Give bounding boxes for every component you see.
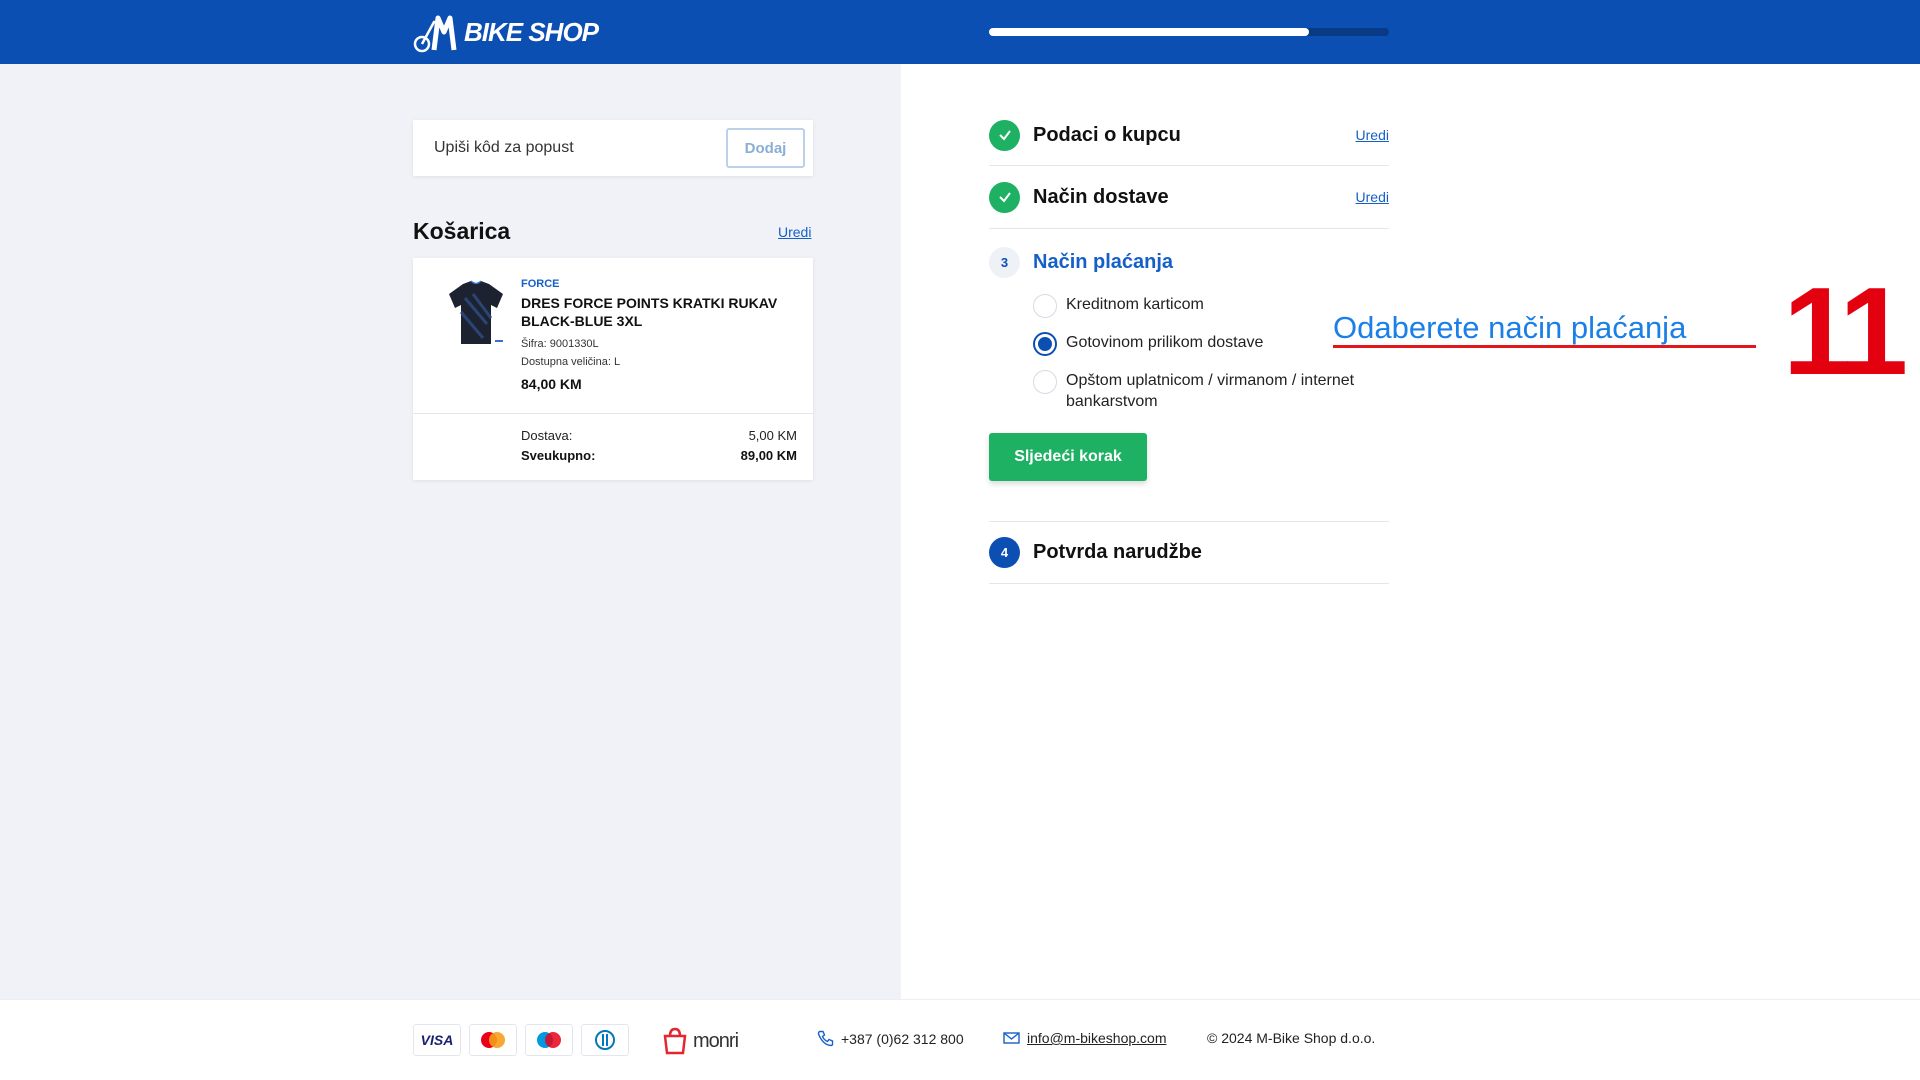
top-header: BIKE SHOP: [0, 0, 1920, 64]
step-done-check-icon: [989, 181, 1020, 213]
shipping-value: 5,00 KM: [748, 428, 797, 443]
step-customer-data: Podaci o kupcu Uredi: [989, 104, 1389, 166]
coupon-box: Dodaj: [413, 120, 813, 176]
product-size: Dostupna veličina: L: [521, 356, 621, 368]
bike-logo-icon: [413, 15, 457, 53]
maestro-icon: [525, 1024, 573, 1056]
total-label: Sveukupno:: [521, 448, 596, 463]
step-title: Način dostave: [1033, 185, 1169, 208]
visa-label: VISA: [420, 1032, 454, 1048]
visa-card-icon: VISA: [413, 1024, 461, 1056]
monri-text: monri: [693, 1029, 739, 1052]
phone-icon: [817, 1030, 834, 1047]
annotation-underline: [1333, 345, 1756, 348]
radio-button-selected[interactable]: [1033, 332, 1057, 356]
step-order-confirmation: 4 Potvrda narudžbe: [989, 521, 1389, 583]
step-delivery-method: Način dostave Uredi: [989, 166, 1389, 228]
step-payment-method: 3 Način plaćanja: [989, 231, 1389, 293]
product-name[interactable]: DRES FORCE POINTS KRATKI RUKAV BLACK-BLU…: [521, 294, 791, 330]
phone-number[interactable]: +387 (0)62 312 800: [841, 1031, 964, 1047]
next-step-button[interactable]: Sljedeći korak: [989, 433, 1147, 481]
step-title: Potvrda narudžbe: [1033, 540, 1202, 563]
step-done-check-icon: [989, 119, 1020, 151]
total-row: Sveukupno: 89,00 KM: [521, 448, 797, 463]
payment-option-label[interactable]: Opštom uplatnicom / virmanom / internet …: [1066, 370, 1396, 412]
payment-option-transfer[interactable]: Opštom uplatnicom / virmanom / internet …: [1033, 370, 1396, 412]
diners-club-icon: [581, 1024, 629, 1056]
radio-button[interactable]: [1033, 294, 1057, 318]
checkout-progress-bar: [989, 28, 1389, 36]
cart-card: FORCE DRES FORCE POINTS KRATKI RUKAV BLA…: [413, 258, 813, 480]
footer-phone[interactable]: +387 (0)62 312 800: [817, 1030, 964, 1047]
email-link[interactable]: info@m-bikeshop.com: [1027, 1030, 1167, 1046]
order-summary-panel: [0, 64, 901, 999]
progress-fill: [989, 28, 1309, 36]
step-number-badge: 3: [989, 246, 1020, 278]
product-jersey-image[interactable]: [443, 278, 509, 350]
card-divider: [413, 413, 813, 414]
shipping-label: Dostava:: [521, 428, 573, 443]
monri-logo: monri: [660, 1024, 739, 1058]
coupon-input[interactable]: [413, 120, 713, 176]
logo-text: BIKE SHOP: [464, 16, 599, 47]
shipping-row: Dostava: 5,00 KM: [521, 428, 797, 443]
footer-email[interactable]: info@m-bikeshop.com: [1003, 1030, 1167, 1046]
monri-bag-icon: [663, 1027, 687, 1055]
step-title: Podaci o kupcu: [1033, 123, 1181, 146]
copyright: © 2024 M-Bike Shop d.o.o.: [1207, 1030, 1376, 1046]
radio-button[interactable]: [1033, 370, 1057, 394]
apply-coupon-button[interactable]: Dodaj: [726, 128, 805, 168]
tutorial-step-number: 11: [1783, 263, 1908, 401]
total-value: 89,00 KM: [740, 448, 797, 463]
logo[interactable]: BIKE SHOP: [412, 10, 599, 54]
product-price: 84,00 KM: [521, 376, 582, 392]
mastercard-icon: [469, 1024, 517, 1056]
step-divider: [989, 228, 1389, 229]
product-brand: FORCE: [521, 278, 560, 290]
step-title: Način plaćanja: [1033, 250, 1174, 273]
tutorial-annotation-text: Odaberete način plaćanja: [1333, 310, 1687, 345]
cart-edit-link[interactable]: Uredi: [778, 224, 811, 240]
cart-title: Košarica: [413, 218, 511, 244]
mail-icon: [1003, 1032, 1020, 1044]
step-divider: [989, 583, 1389, 584]
product-sku: Šifra: 9001330L: [521, 338, 599, 350]
step-edit-link[interactable]: Uredi: [1356, 189, 1389, 205]
step-edit-link[interactable]: Uredi: [1356, 127, 1389, 143]
step-number-badge: 4: [989, 536, 1020, 568]
